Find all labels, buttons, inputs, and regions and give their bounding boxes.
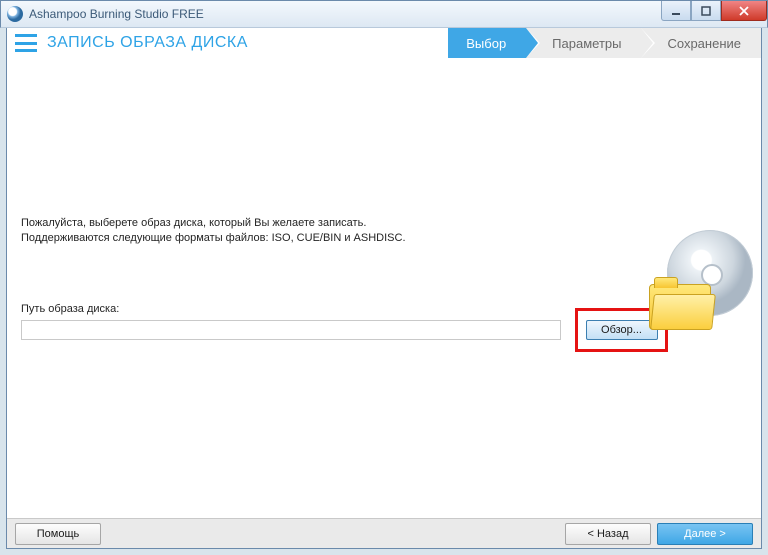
disc-folder-graphic [643, 230, 753, 330]
minimize-button[interactable] [661, 1, 691, 21]
maximize-button[interactable] [691, 1, 721, 21]
window-title: Ashampoo Burning Studio FREE [29, 7, 204, 21]
main-panel: Пожалуйста, выберете образ диска, которы… [7, 58, 761, 518]
next-button[interactable]: Далее > [657, 523, 753, 545]
step-parameters[interactable]: Параметры [526, 28, 641, 58]
instruction-line: Пожалуйста, выберете образ диска, которы… [21, 216, 406, 231]
help-button[interactable]: Помощь [15, 523, 101, 545]
close-button[interactable] [721, 1, 767, 21]
folder-icon [649, 284, 711, 330]
instruction-text: Пожалуйста, выберете образ диска, которы… [21, 216, 406, 246]
wizard-steps: Выбор Параметры Сохранение [448, 28, 761, 58]
menu-icon[interactable] [15, 34, 37, 52]
back-button[interactable]: < Назад [565, 523, 651, 545]
app-header: ЗАПИСЬ ОБРАЗА ДИСКА Выбор Параметры Сохр… [7, 28, 761, 58]
path-label: Путь образа диска: [21, 303, 119, 315]
app-icon [7, 6, 23, 22]
disc-image-path-input[interactable] [21, 320, 561, 340]
footer-bar: Помощь < Назад Далее > [7, 518, 761, 548]
window-buttons [661, 1, 767, 21]
step-select[interactable]: Выбор [448, 28, 526, 58]
client-area: ЗАПИСЬ ОБРАЗА ДИСКА Выбор Параметры Сохр… [6, 28, 762, 549]
titlebar: Ashampoo Burning Studio FREE [0, 0, 768, 28]
step-save[interactable]: Сохранение [641, 28, 761, 58]
instruction-line: Поддерживаются следующие форматы файлов:… [21, 231, 406, 246]
page-title: ЗАПИСЬ ОБРАЗА ДИСКА [47, 34, 248, 52]
